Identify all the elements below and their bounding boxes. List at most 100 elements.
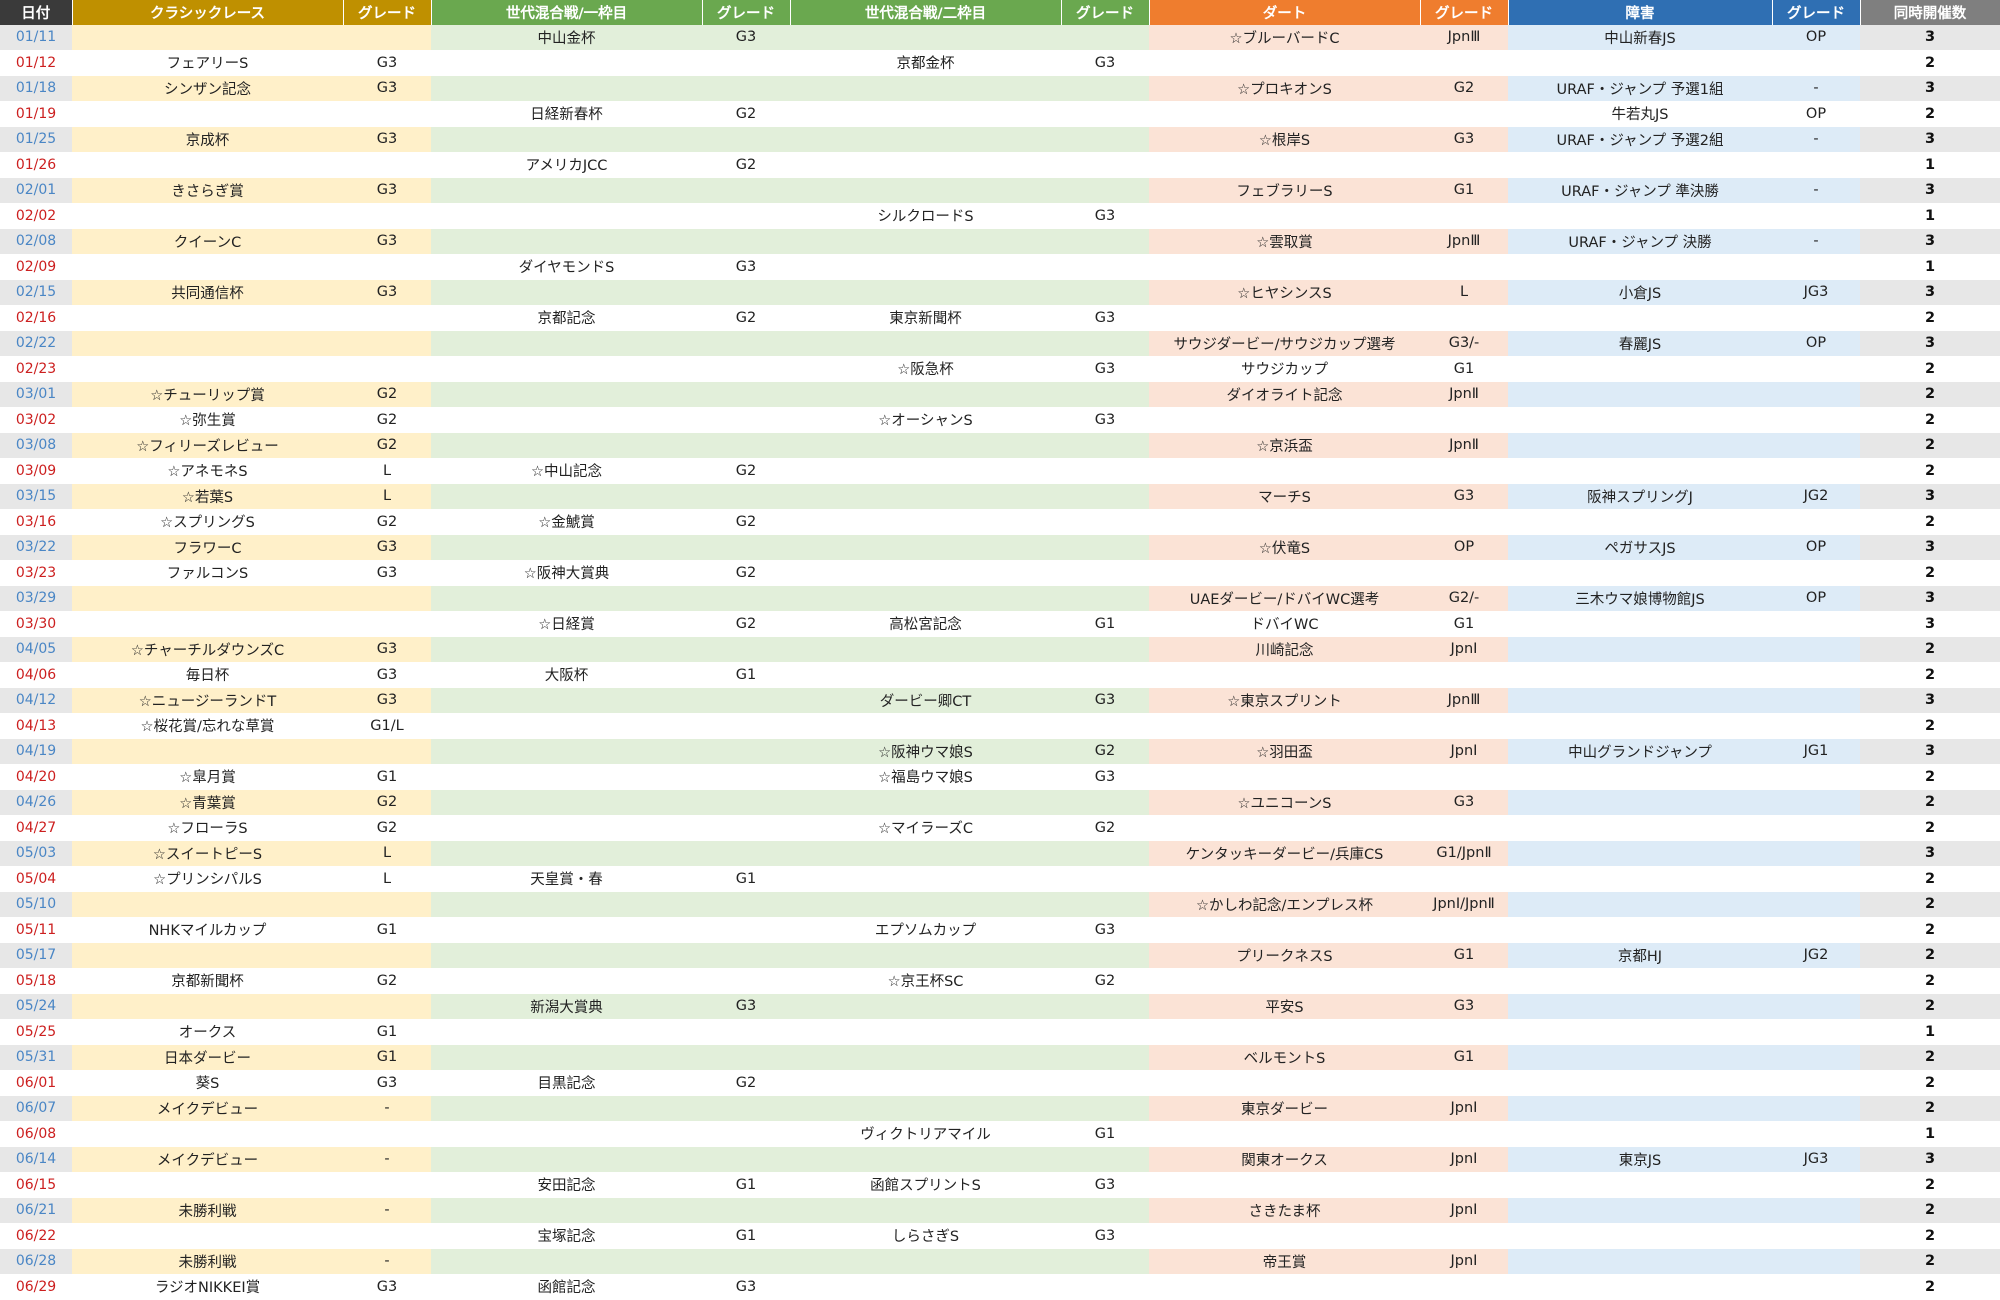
dirt-grade-cell[interactable]: G1 [1420,356,1508,382]
concurrent-count-cell[interactable]: 2 [1860,968,2000,994]
classic-grade-cell[interactable] [343,611,431,637]
mixed-slot1-cell[interactable] [431,1121,702,1147]
dirt-race-cell[interactable]: ☆根岸S [1149,126,1420,153]
mixed-slot1-grade-cell[interactable]: G1 [702,1172,790,1198]
dirt-grade-cell[interactable]: G2/- [1420,585,1508,612]
jump-grade-cell[interactable] [1772,458,1860,484]
dirt-grade-cell[interactable] [1420,560,1508,586]
concurrent-count-cell[interactable]: 1 [1860,152,2000,178]
date-cell[interactable]: 01/25 [0,126,72,153]
jump-race-cell[interactable]: 春麗JS [1508,330,1772,357]
jump-grade-cell[interactable] [1772,50,1860,76]
concurrent-count-cell[interactable]: 3 [1860,228,2000,255]
jump-grade-cell[interactable]: JG3 [1772,279,1860,306]
mixed-slot2-cell[interactable] [790,713,1061,739]
dirt-race-cell[interactable]: UAEダービー/ドバイWC選考 [1149,585,1420,612]
mixed-slot2-grade-cell[interactable] [1061,1095,1149,1122]
classic-grade-cell[interactable] [343,891,431,918]
classic-grade-cell[interactable]: G3 [343,228,431,255]
dirt-race-cell[interactable] [1149,1121,1420,1147]
mixed-slot1-cell[interactable]: ☆日経賞 [431,611,702,637]
jump-race-cell[interactable] [1508,152,1772,178]
concurrent-count-cell[interactable]: 2 [1860,1248,2000,1275]
classic-grade-cell[interactable]: G1 [343,917,431,943]
dirt-race-cell[interactable] [1149,407,1420,433]
mixed-slot2-cell[interactable]: 京都金杯 [790,50,1061,76]
jump-grade-cell[interactable]: - [1772,126,1860,153]
classic-grade-cell[interactable]: G3 [343,177,431,204]
classic-race-cell[interactable]: ☆フィリーズレビュー [72,432,343,459]
classic-race-cell[interactable]: ☆アネモネS [72,458,343,484]
mixed-slot2-grade-cell[interactable] [1061,789,1149,816]
classic-race-cell[interactable]: 毎日杯 [72,662,343,688]
jump-race-cell[interactable] [1508,203,1772,229]
mixed-slot2-cell[interactable] [790,636,1061,663]
mixed-slot2-grade-cell[interactable]: G3 [1061,203,1149,229]
classic-grade-cell[interactable] [343,25,431,51]
mixed-slot1-grade-cell[interactable] [702,228,790,255]
mixed-slot1-cell[interactable] [431,815,702,841]
mixed-slot1-grade-cell[interactable]: G2 [702,305,790,331]
dirt-grade-cell[interactable]: JpnⅠ [1420,1197,1508,1224]
mixed-slot2-cell[interactable] [790,254,1061,280]
mixed-slot2-grade-cell[interactable] [1061,560,1149,586]
mixed-slot1-grade-cell[interactable] [702,1197,790,1224]
concurrent-count-cell[interactable]: 2 [1860,407,2000,433]
classic-grade-cell[interactable]: G2 [343,968,431,994]
date-cell[interactable]: 06/22 [0,1223,72,1249]
jump-grade-cell[interactable]: OP [1772,534,1860,561]
jump-race-cell[interactable]: URAF・ジャンプ 予選1組 [1508,75,1772,102]
concurrent-count-cell[interactable]: 3 [1860,75,2000,102]
jump-race-cell[interactable] [1508,356,1772,382]
concurrent-count-cell[interactable]: 3 [1860,611,2000,637]
jump-grade-cell[interactable] [1772,254,1860,280]
mixed-slot1-grade-cell[interactable]: G2 [702,560,790,586]
jump-race-cell[interactable] [1508,560,1772,586]
jump-grade-cell[interactable] [1772,764,1860,790]
jump-race-cell[interactable]: 三木ウマ娘博物館JS [1508,585,1772,612]
mixed-slot1-grade-cell[interactable] [702,636,790,663]
classic-race-cell[interactable] [72,1121,343,1147]
mixed-slot1-grade-cell[interactable]: G2 [702,458,790,484]
date-cell[interactable]: 04/27 [0,815,72,841]
concurrent-count-cell[interactable]: 3 [1860,534,2000,561]
mixed-slot2-grade-cell[interactable] [1061,993,1149,1020]
jump-grade-cell[interactable] [1772,815,1860,841]
date-cell[interactable]: 05/03 [0,840,72,867]
concurrent-count-cell[interactable]: 3 [1860,738,2000,765]
classic-grade-cell[interactable]: G1 [343,1019,431,1045]
jump-grade-cell[interactable] [1772,1044,1860,1071]
dirt-race-cell[interactable] [1149,458,1420,484]
date-cell[interactable]: 03/29 [0,585,72,612]
classic-grade-cell[interactable]: G3 [343,560,431,586]
mixed-slot1-grade-cell[interactable] [702,968,790,994]
jump-race-cell[interactable] [1508,662,1772,688]
jump-race-cell[interactable]: 牛若丸JS [1508,101,1772,127]
header-dirt[interactable]: ダート [1149,0,1421,25]
mixed-slot2-cell[interactable] [790,1095,1061,1122]
classic-race-cell[interactable]: ☆皐月賞 [72,764,343,790]
dirt-grade-cell[interactable]: JpnⅢ [1420,687,1508,714]
mixed-slot1-grade-cell[interactable] [702,713,790,739]
date-cell[interactable]: 03/23 [0,560,72,586]
concurrent-count-cell[interactable]: 2 [1860,101,2000,127]
mixed-slot1-cell[interactable] [431,356,702,382]
dirt-race-cell[interactable]: ☆ヒヤシンスS [1149,279,1420,306]
concurrent-count-cell[interactable]: 3 [1860,840,2000,867]
mixed-slot2-cell[interactable]: 高松宮記念 [790,611,1061,637]
dirt-race-cell[interactable] [1149,968,1420,994]
jump-race-cell[interactable] [1508,1095,1772,1122]
classic-race-cell[interactable] [72,101,343,127]
mixed-slot2-cell[interactable] [790,126,1061,153]
mixed-slot1-cell[interactable]: 目黒記念 [431,1070,702,1096]
jump-race-cell[interactable] [1508,458,1772,484]
dirt-race-cell[interactable]: ケンタッキーダービー/兵庫CS [1149,840,1420,867]
classic-grade-cell[interactable]: G3 [343,75,431,102]
date-cell[interactable]: 06/28 [0,1248,72,1275]
dirt-grade-cell[interactable] [1420,407,1508,433]
date-cell[interactable]: 03/30 [0,611,72,637]
mixed-slot2-cell[interactable] [790,330,1061,357]
dirt-grade-cell[interactable]: JpnⅠ [1420,738,1508,765]
jump-grade-cell[interactable] [1772,891,1860,918]
dirt-race-cell[interactable] [1149,1019,1420,1045]
